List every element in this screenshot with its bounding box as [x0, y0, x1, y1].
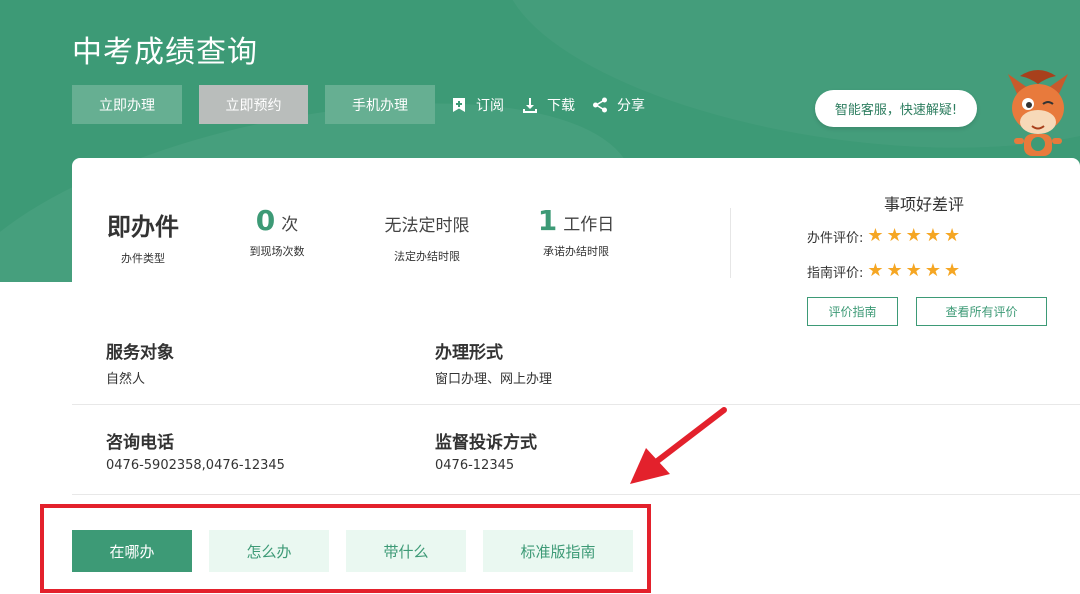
stat-item-type: 即办件 办件类型 [106, 207, 180, 266]
subscribe-link[interactable]: 订阅 [451, 94, 504, 116]
subscribe-label: 订阅 [476, 98, 504, 114]
guide-rating-stars: ★ ★ ★ ★ ★ [867, 262, 963, 280]
legal-limit-caption: 法定办结时限 [394, 250, 460, 263]
share-link[interactable]: 分享 [592, 94, 645, 116]
horse-mascot-icon[interactable] [998, 66, 1078, 162]
star-icon: ★ [943, 260, 961, 281]
download-link[interactable]: 下载 [522, 94, 575, 116]
mobile-handle-button[interactable]: 手机办理 [325, 85, 435, 124]
tab-how-to-handle[interactable]: 怎么办 [209, 530, 329, 572]
star-icon: ★ [905, 225, 922, 246]
service-target-value: 自然人 [106, 372, 146, 387]
evaluate-guide-button[interactable]: 评价指南 [807, 297, 898, 326]
download-label: 下载 [547, 98, 575, 114]
handle-now-button[interactable]: 立即办理 [72, 85, 182, 124]
complaint-method-label: 监督投诉方式 [435, 433, 537, 453]
share-label: 分享 [617, 98, 645, 114]
handling-form-label: 办理形式 [435, 343, 503, 363]
tab-where-to-handle[interactable]: 在哪办 [72, 530, 192, 572]
tab-what-to-bring[interactable]: 带什么 [346, 530, 466, 572]
case-rating-stars: ★ ★ ★ ★ ★ [867, 227, 963, 245]
star-icon: ★ [924, 260, 941, 281]
case-rating-row: 办件评价: ★ ★ ★ ★ ★ [807, 226, 963, 246]
star-icon: ★ [867, 225, 884, 246]
share-icon [593, 97, 607, 113]
complaint-method-value: 0476-12345 [435, 458, 515, 473]
evaluation-title: 事项好差评 [884, 195, 965, 214]
stat-visit-count: 0次 到现场次数 [240, 204, 314, 259]
smart-service-bubble[interactable]: 智能客服，快速解疑! [815, 90, 977, 127]
service-target-label: 服务对象 [106, 343, 174, 363]
stat-promise-limit: 1 工作日 承诺办结时限 [526, 204, 626, 259]
star-icon: ★ [905, 260, 922, 281]
case-rating-label: 办件评价: [807, 230, 864, 246]
divider [730, 208, 731, 278]
guide-rating-row: 指南评价: ★ ★ ★ ★ ★ [807, 261, 963, 281]
visit-count-unit: 次 [281, 215, 299, 235]
item-type-caption: 办件类型 [121, 252, 165, 265]
tab-standard-guide[interactable]: 标准版指南 [483, 530, 633, 572]
consult-phone-value: 0476-5902358,0476-12345 [106, 458, 285, 473]
divider [72, 404, 1080, 405]
visit-count-value: 0 [255, 204, 276, 237]
guide-rating-label: 指南评价: [807, 265, 864, 281]
promise-limit-unit: 工作日 [563, 215, 615, 235]
handling-form-value: 窗口办理、网上办理 [435, 372, 553, 387]
promise-limit-caption: 承诺办结时限 [543, 245, 609, 258]
annotation-arrow-icon [630, 407, 727, 484]
divider [72, 494, 1080, 495]
download-icon [523, 98, 537, 113]
reserve-now-button[interactable]: 立即预约 [199, 85, 308, 124]
star-icon: ★ [886, 225, 903, 246]
star-icon: ★ [924, 225, 941, 246]
star-icon: ★ [943, 225, 961, 246]
visit-count-caption: 到现场次数 [249, 245, 305, 258]
consult-phone-label: 咨询电话 [106, 433, 174, 453]
bookmark-plus-icon [453, 98, 465, 112]
item-type-value: 即办件 [107, 213, 179, 241]
star-icon: ★ [867, 260, 884, 281]
page-title: 中考成绩查询 [72, 35, 258, 70]
view-all-evaluations-button[interactable]: 查看所有评价 [916, 297, 1047, 326]
stat-legal-limit: 无法定时限 法定办结时限 [375, 211, 479, 264]
legal-limit-value: 无法定时限 [384, 216, 470, 236]
star-icon: ★ [886, 260, 903, 281]
promise-limit-value: 1 [537, 204, 558, 237]
